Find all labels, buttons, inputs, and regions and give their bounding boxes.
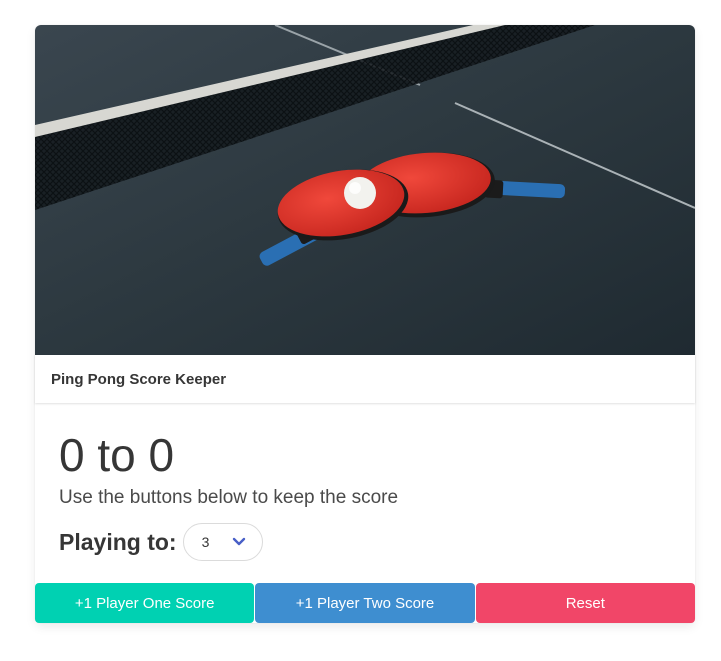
score-separator: to [97,429,136,481]
playing-to-row: Playing to: 3 [59,523,671,561]
player-one-score-button[interactable]: +1 Player One Score [35,583,255,623]
reset-button[interactable]: Reset [475,583,695,623]
player-two-score: 0 [148,429,175,481]
card-header: Ping Pong Score Keeper [35,355,695,403]
card-content: 0 to 0 Use the buttons below to keep the… [35,403,695,583]
score-keeper-card: Ping Pong Score Keeper 0 to 0 Use the bu… [35,25,695,623]
instructions-text: Use the buttons below to keep the score [59,487,399,508]
player-one-score: 0 [59,429,85,481]
player-two-score-button[interactable]: +1 Player Two Score [255,583,475,623]
playing-to-value: 3 [201,534,210,550]
card-footer: +1 Player One Score +1 Player Two Score … [35,583,695,623]
playing-to-label: Playing to: [59,528,177,555]
card-image [35,25,695,355]
ping-pong-table-photo [35,25,695,355]
playing-to-select[interactable]: 3 [182,523,263,561]
card-title: Ping Pong Score Keeper [51,370,227,388]
chevron-down-icon [232,537,245,546]
score-display: 0 to 0 [59,429,671,481]
